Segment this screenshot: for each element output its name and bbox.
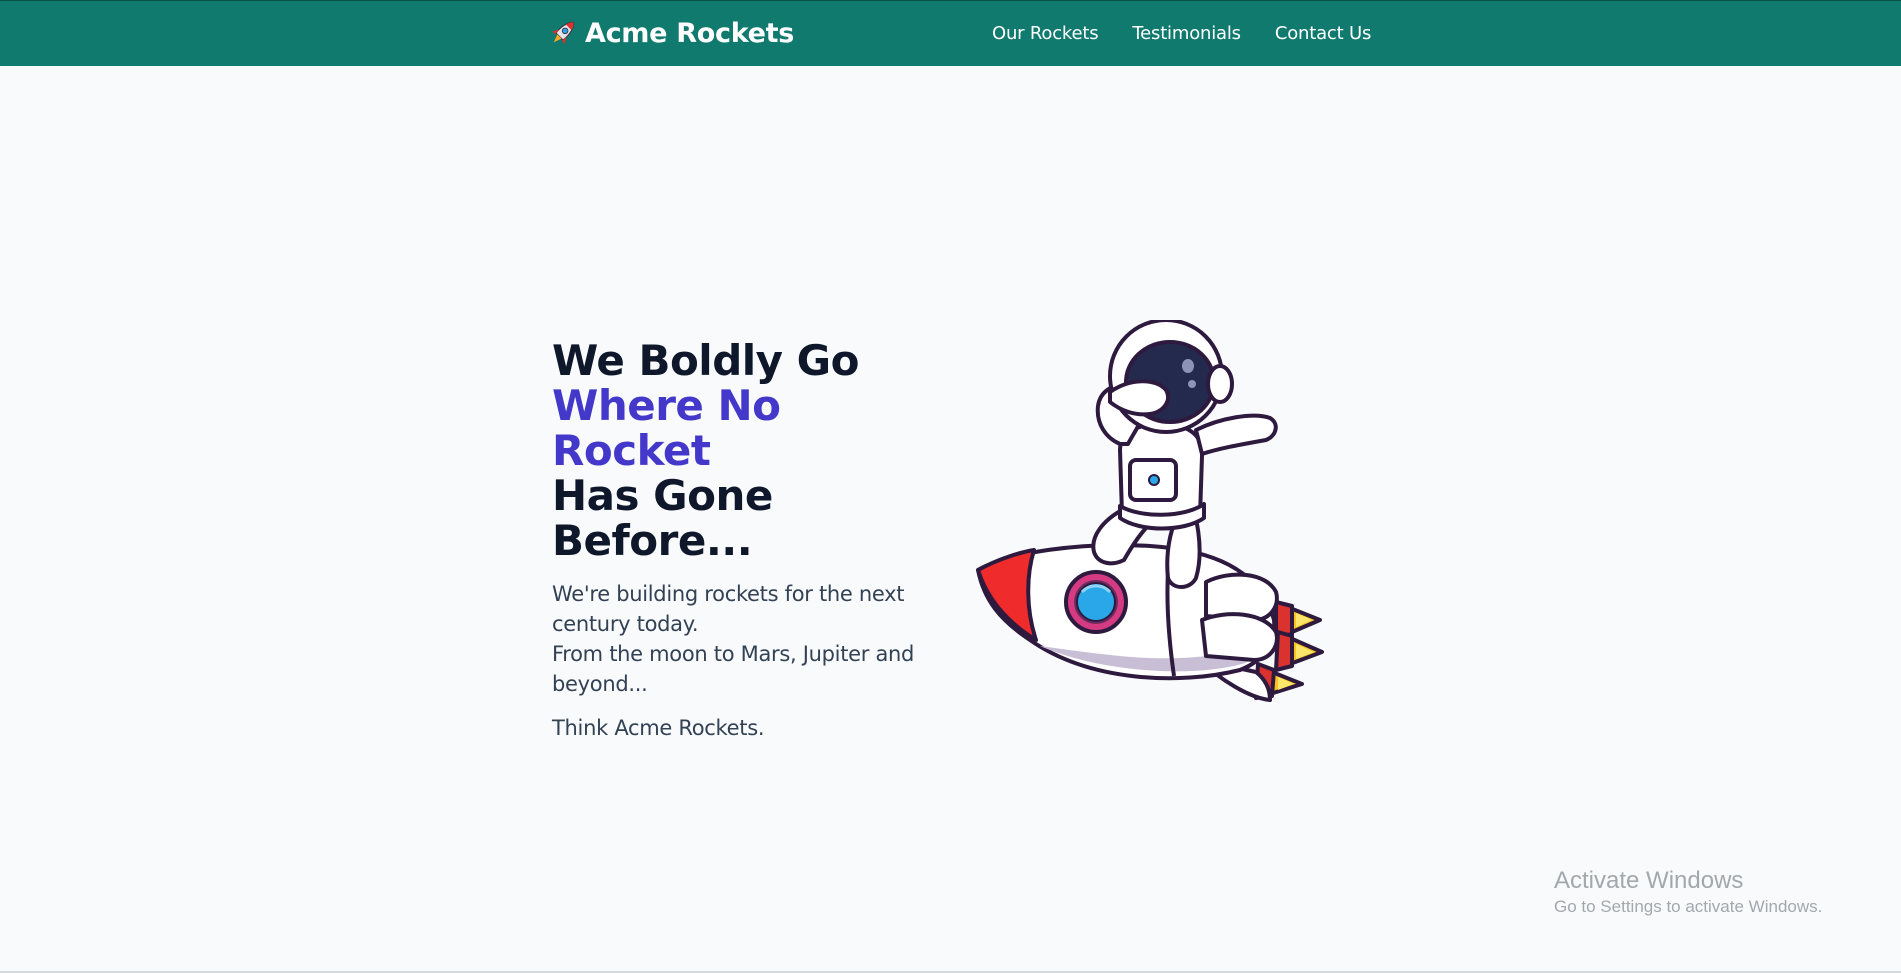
nav-link-our-rockets[interactable]: Our Rockets: [992, 23, 1099, 44]
rocket-icon: [551, 21, 575, 45]
hero-text: We Boldly Go Where No Rocket Has Gone Be…: [552, 338, 942, 743]
nav-link-testimonials[interactable]: Testimonials: [1132, 23, 1241, 44]
hero-tagline: Think Acme Rockets.: [552, 716, 765, 740]
astronaut-rocket-illustration: [976, 320, 1324, 702]
headline-line-2-accent: Where No Rocket: [552, 381, 781, 475]
windows-activation-watermark: Activate Windows Go to Settings to activ…: [1554, 866, 1822, 918]
nav-link-contact-us[interactable]: Contact Us: [1275, 23, 1372, 44]
headline-line-4: Before...: [552, 516, 753, 565]
headline-line-1: We Boldly Go: [552, 336, 860, 385]
description-line-2: From the moon to Mars, Jupiter and beyon…: [552, 642, 915, 696]
watermark-subtitle: Go to Settings to activate Windows.: [1554, 897, 1823, 916]
headline-line-3: Has Gone: [552, 471, 773, 520]
rocket-body: [976, 543, 1324, 702]
description-line-1: We're building rockets for the next cent…: [552, 582, 905, 636]
brand-title: Acme Rockets: [585, 17, 795, 49]
brand-link[interactable]: Acme Rockets: [546, 16, 794, 50]
site-header: Acme Rockets Our Rockets Testimonials Co…: [0, 0, 1901, 66]
hero-headline: We Boldly Go Where No Rocket Has Gone Be…: [552, 338, 942, 563]
watermark-title: Activate Windows: [1554, 867, 1744, 894]
astronaut: [1091, 320, 1278, 589]
main-nav: Our Rockets Testimonials Contact Us: [992, 23, 1405, 44]
hero-description: We're building rockets for the next cent…: [552, 579, 942, 699]
